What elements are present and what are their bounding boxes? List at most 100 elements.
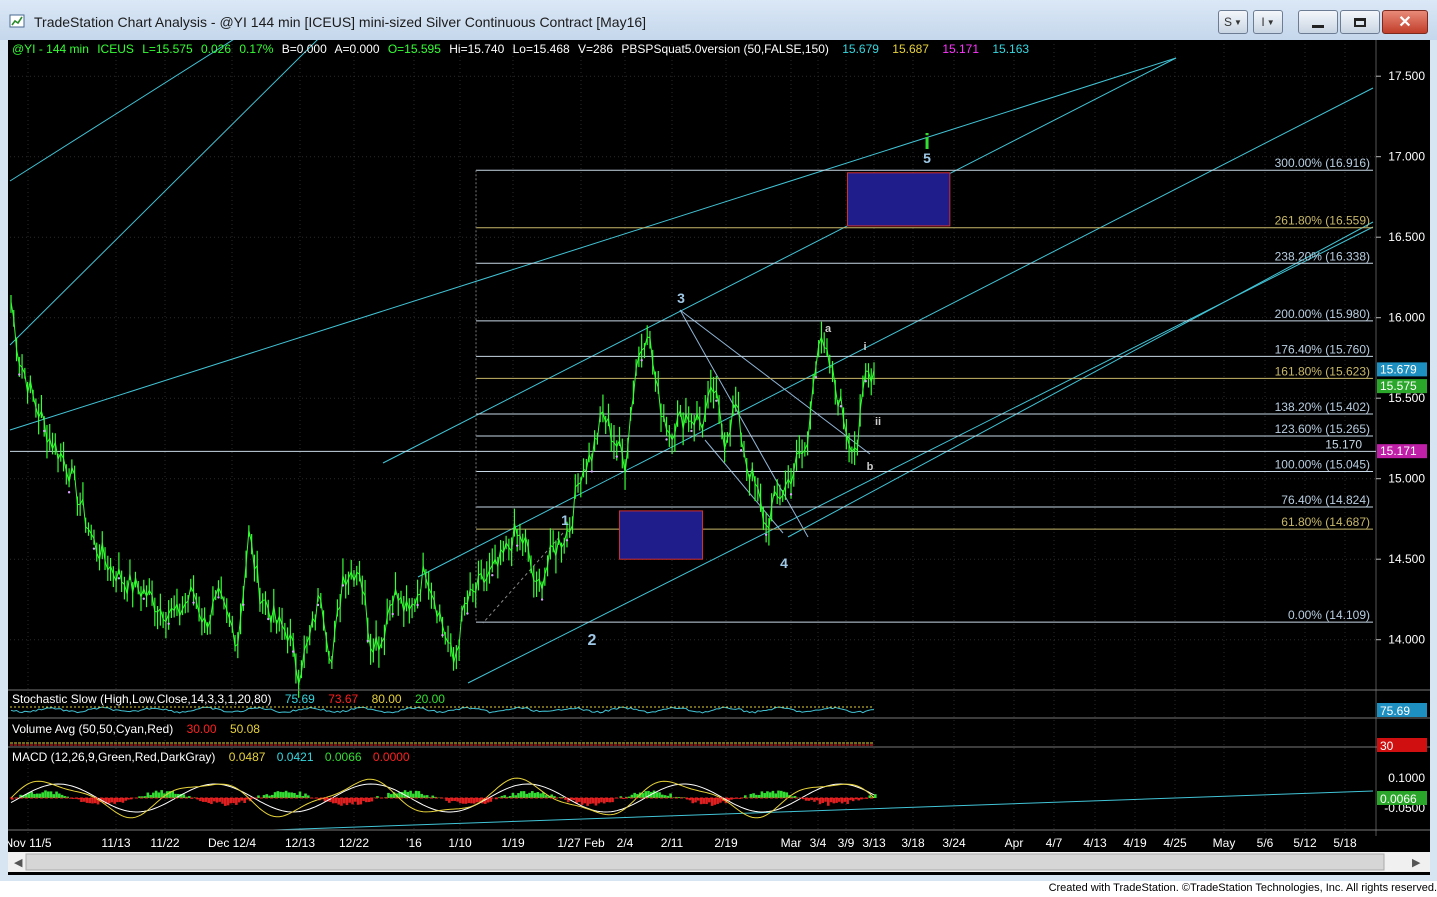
chevron-down-icon: ▼ [1234,17,1242,27]
channel-line [382,57,1177,464]
stochastic-tag-label: 75.69 [1380,704,1410,718]
macd-histogram-bar [760,791,764,798]
fib-level-label: 300.00% (16.916) [1275,156,1370,170]
time-tick-label: 3/18 [901,836,925,850]
macd-v3: 0.0066 [325,750,362,764]
fib-level-label: 61.80% (14.687) [1281,515,1370,529]
price-tick-label: 16.500 [1388,230,1425,244]
pivot-dot [789,493,793,496]
fib-level-label: 261.80% (16.559) [1275,214,1370,228]
macd-histogram-bar [204,798,208,802]
wave-label-9: ii [875,416,881,428]
pivot-dot [764,533,768,536]
interval-link-label: I [1261,15,1265,29]
wave-label-8: i [863,341,866,353]
macd-histogram-bar [215,798,219,803]
chart-canvas[interactable]: 300.00% (16.916) 261.80% (16.559) 238.20% … [8,40,1430,875]
macd-histogram-bar [694,798,697,803]
macd-histogram-bar [146,792,150,798]
macd-histogram-bar [813,798,816,802]
macd-histogram-bar [342,798,346,804]
info-high: Hi=15.740 [449,42,504,56]
macd-histogram-bar [749,793,753,798]
chart-area[interactable]: 300.00% (16.916) 261.80% (16.559) 238.20% … [8,40,1430,875]
macd-histogram-bar [821,798,825,803]
maximize-button[interactable] [1340,10,1380,34]
fib-level-label: 200.00% (15.980) [1275,307,1370,321]
macd-histogram-bar [713,798,717,805]
stochastic-ob: 80.00 [372,692,402,706]
minimize-button[interactable] [1298,10,1338,34]
macd-histogram-bar [611,798,614,803]
macd-histogram-bar [262,795,266,798]
tradestation-app-icon [9,14,25,28]
macd-histogram-bar [779,790,783,798]
wave-5-target [847,172,951,227]
pivot-dot [491,574,494,577]
price-axis[interactable]: 17.500 17.000 16.500 16.000 15.500 15.000 14.5… [1376,69,1427,647]
symbol-info-line: @YI - 144 min ICEUS L=15.575 0.026 0.17%… [12,42,1029,56]
pivot-dot [316,603,320,607]
volume-label-line: Volume Avg (50,50,Cyan,Red) 30.00 50.08 [12,722,260,736]
macd-histogram-bar [752,793,755,798]
macd-histogram-bar [30,791,33,798]
macd-histogram-bar [414,790,418,798]
macd-histogram-bar [677,797,681,798]
macd-v4: 0.0000 [373,750,410,764]
macd-histogram-bar [832,798,836,804]
macd-histogram-bar [602,798,606,804]
macd-histogram-bar [658,792,661,798]
info-change: 0.026 [201,42,231,56]
macd-histogram-bar [359,798,363,805]
close-button[interactable]: ✕ [1382,10,1428,34]
macd-histogram-bar [304,793,307,798]
time-tick-label: 3/9 [838,836,855,850]
stochastic-os: 20.00 [415,692,445,706]
macd-histogram-bar [771,790,775,798]
macd-histogram-bar [182,794,186,798]
macd-histogram-bar [171,791,175,798]
info-indicator: PBSPSquat5.0version (50,FALSE,150) [621,42,828,56]
macd-histogram-bar [467,798,470,803]
time-tick-label: 2/11 [661,836,684,850]
footer: Created with TradeStation. ©TradeStation… [0,881,1437,897]
time-tick-label: 12/22 [339,836,369,850]
time-axis[interactable]: Nov 11/5 11/13 11/22 Dec 12/4 12/13 12/22 '16 1… [8,829,1430,872]
pivot-dot [839,405,843,408]
macd-histogram-bar [210,798,213,805]
volume-label: Volume Avg (50,50,Cyan,Red) [12,722,173,736]
interval-link-button[interactable]: I ▼ [1253,10,1283,34]
pivot-dot [391,612,394,616]
wave-label-4: 4 [780,555,788,571]
macd-histogram-bar [340,798,343,806]
macd-histogram-bar [243,798,246,803]
macd-histogram-bar [459,798,462,804]
stochastic-label-line: Stochastic Slow (High,Low,Close,14,3,3,1… [12,692,445,706]
symbol-link-button[interactable]: S ▼ [1218,10,1248,34]
time-tick-label: 5/6 [1257,836,1274,850]
pivot-dot [167,622,170,625]
pivot-dot [217,596,220,599]
time-tick-label: 5/18 [1333,836,1357,850]
time-tick-label: Mar [781,836,802,850]
title-bar[interactable]: TradeStation Chart Analysis - @YI 144 mi… [0,0,1437,40]
macd-histogram-bar [55,791,58,798]
macd-histogram-bar [337,798,340,805]
window: TradeStation Chart Analysis - @YI 144 mi… [0,0,1437,881]
channel-line [9,40,318,346]
macd-histogram-bar [533,792,537,798]
time-tick-label: '16 [406,836,422,850]
time-tick-label: May [1213,836,1236,850]
macd-histogram-bar [370,798,374,802]
macd-histogram-bar [353,798,357,802]
info-value-1: 15.679 [842,42,879,56]
pivot-dot [441,633,444,637]
maximize-icon [1354,17,1366,27]
macd-histogram-bar [829,798,833,803]
macd-histogram-bar [489,798,493,802]
macd-histogram-bar [284,790,288,798]
macd-histogram-bar [594,798,598,806]
wave-label-1: 1 [561,512,569,528]
wave-label-3: 3 [677,290,685,306]
macd-histogram-bar [461,798,465,804]
